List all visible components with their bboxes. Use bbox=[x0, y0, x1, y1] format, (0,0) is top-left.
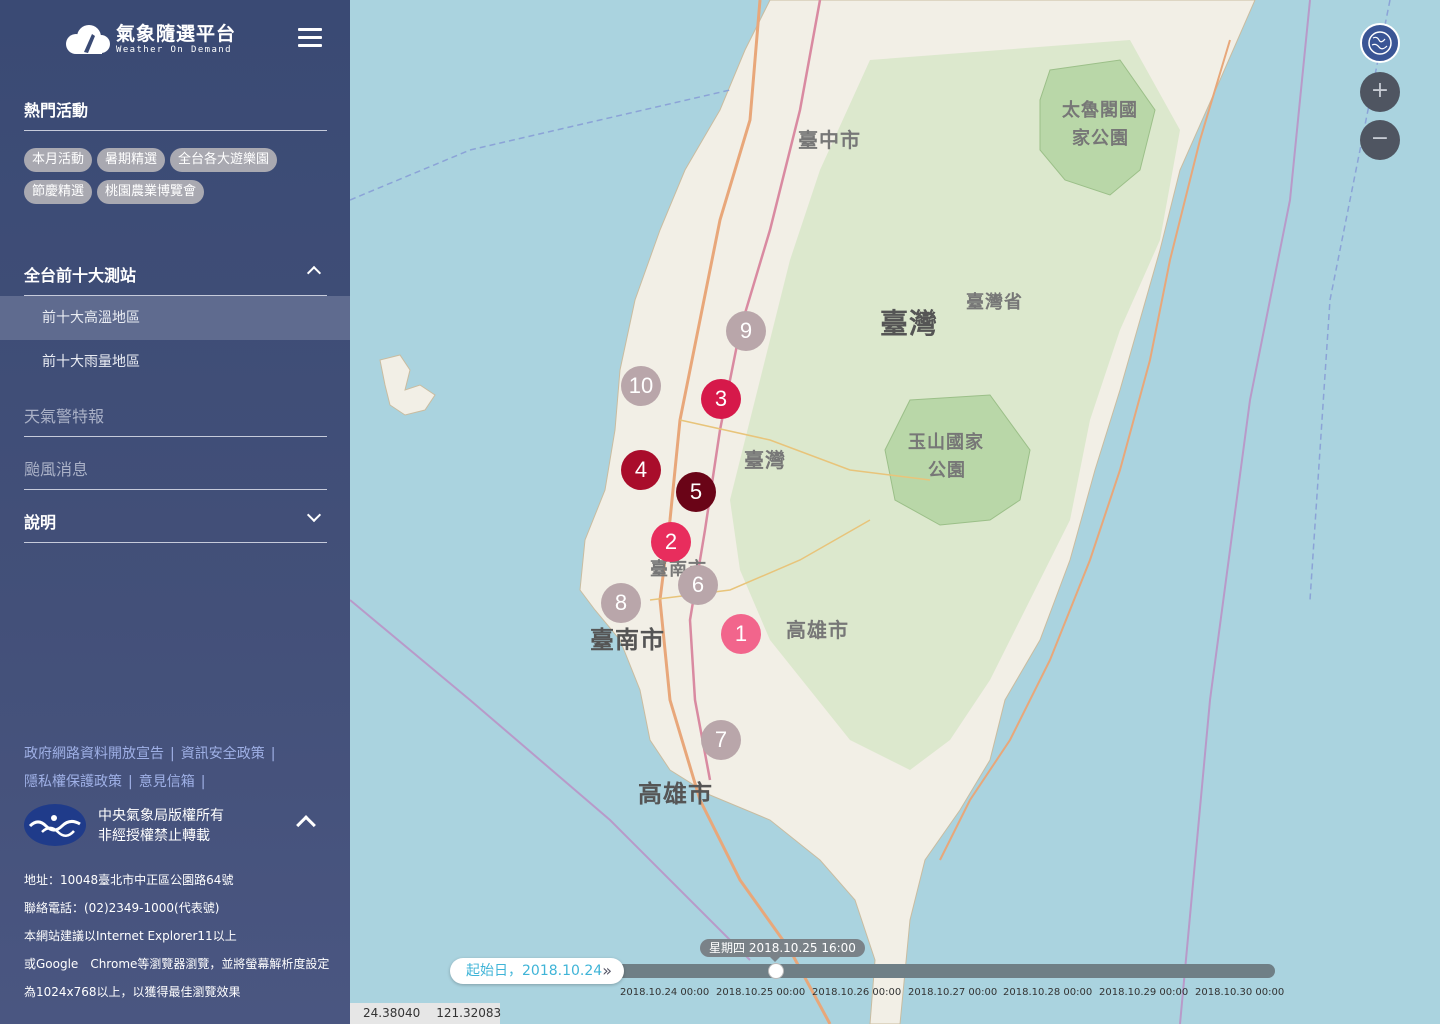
sidebar-item-typhoon[interactable]: 颱風消息 bbox=[24, 456, 88, 480]
tag-this-month[interactable]: 本月活動 bbox=[24, 148, 93, 172]
map-basemap bbox=[350, 0, 1391, 1024]
menu-toggle-button[interactable] bbox=[298, 28, 322, 48]
boundary-line bbox=[350, 89, 731, 201]
sidebar-item-weather-warning[interactable]: 天氣警特報 bbox=[24, 403, 104, 427]
tag-summer[interactable]: 暑期精選 bbox=[97, 148, 166, 172]
globe-layer-button[interactable] bbox=[1360, 23, 1400, 63]
boundary-line bbox=[1179, 0, 1311, 1024]
timeline-tick: 2018.10.27 00:00 bbox=[908, 987, 998, 998]
station-marker-9[interactable]: 9 bbox=[726, 311, 766, 351]
link-feedback[interactable]: 意見信箱 bbox=[139, 774, 195, 790]
top-stations-header[interactable]: 全台前十大測站 bbox=[24, 262, 136, 286]
label-yushan-2: 公園 bbox=[928, 460, 966, 481]
globe-icon bbox=[1368, 31, 1392, 55]
map-canvas[interactable]: 臺中市 太魯閣國 家公園 臺灣 臺灣省 臺灣 玉山國家 公園 臺南市 臺南市 高… bbox=[350, 0, 1440, 1024]
hamburger-icon-line bbox=[298, 36, 322, 39]
station-marker-7[interactable]: 7 bbox=[701, 720, 741, 760]
site-info: 地址：10048臺北市中正區公園路64號 聯絡電話：(02)2349-1000(… bbox=[24, 866, 329, 1006]
browser-note-3: 為1024x768以上，以獲得最佳瀏覽效果 bbox=[24, 985, 241, 999]
station-marker-5[interactable]: 5 bbox=[676, 472, 716, 512]
timeline-current-tooltip: 星期四 2018.10.25 16:00 bbox=[700, 939, 865, 962]
label-taichung: 臺中市 bbox=[798, 128, 861, 152]
timeline-tick: 2018.10.29 00:00 bbox=[1099, 987, 1189, 998]
browser-note-2: 或Google Chrome等瀏覽器瀏覽，並將螢幕解析度設定 bbox=[24, 957, 330, 971]
copyright-line-2: 非經授權禁止轉載 bbox=[98, 828, 210, 844]
station-marker-4[interactable]: 4 bbox=[621, 450, 661, 490]
copyright-line-1: 中央氣象局版權所有 bbox=[98, 808, 224, 824]
label-taiwan-mid: 臺灣 bbox=[744, 448, 786, 472]
timeline-slider-handle[interactable] bbox=[768, 963, 784, 979]
longitude: 121.32083 bbox=[436, 1006, 502, 1020]
chevron-down-icon[interactable] bbox=[306, 507, 322, 523]
hot-activities-title: 熱門活動 bbox=[24, 101, 89, 120]
station-marker-2[interactable]: 2 bbox=[651, 522, 691, 562]
logo-subtitle: Weather On Demand bbox=[116, 44, 232, 55]
address: 地址：10048臺北市中正區公園路64號 bbox=[24, 873, 234, 887]
divider bbox=[24, 130, 327, 131]
label-taroko-2: 家公園 bbox=[1072, 128, 1129, 149]
zoom-in-button[interactable]: + bbox=[1360, 72, 1400, 112]
timeline-tick: 2018.10.30 00:00 bbox=[1195, 987, 1285, 998]
label-yushan-1: 玉山國家 bbox=[908, 432, 984, 453]
label-taroko-1: 太魯閣國 bbox=[1062, 100, 1138, 121]
divider bbox=[24, 489, 327, 490]
label-tainan: 臺南市 bbox=[590, 626, 665, 654]
cwb-logo-icon bbox=[24, 804, 86, 846]
sidebar-item-top-temperature[interactable]: 前十大高溫地區 bbox=[0, 296, 350, 340]
sidebar-item-top-rainfall[interactable]: 前十大雨量地區 bbox=[0, 340, 350, 384]
tag-taoyuan-expo[interactable]: 桃園農業博覽會 bbox=[97, 180, 205, 204]
cloud-logo-icon bbox=[66, 25, 110, 54]
divider bbox=[24, 436, 327, 437]
link-security-policy[interactable]: 資訊安全政策 bbox=[181, 746, 265, 762]
timeline-tick: 2018.10.28 00:00 bbox=[1003, 987, 1093, 998]
tag-festivals[interactable]: 節慶精選 bbox=[24, 180, 93, 204]
timeline-track[interactable] bbox=[600, 964, 1275, 978]
link-privacy-policy[interactable]: 隱私權保護政策 bbox=[24, 774, 122, 790]
hot-tags: 本月活動 暑期精選 全台各大遊樂園 節慶精選 桃園農業博覽會 bbox=[24, 148, 324, 212]
label-taiwan-province: 臺灣省 bbox=[966, 292, 1023, 313]
phone: 聯絡電話：(02)2349-1000(代表號) bbox=[24, 901, 220, 915]
timeline-start-date[interactable]: 起始日，2018.10.24 » bbox=[450, 958, 624, 984]
start-date-label: 起始日，2018.10.24 bbox=[466, 963, 603, 979]
latitude: 24.38040 bbox=[363, 1006, 421, 1020]
timeline-tick: 2018.10.24 00:00 bbox=[620, 987, 710, 998]
sidebar: 氣象隨選平台 Weather On Demand 熱門活動 本月活動 暑期精選 全台… bbox=[0, 0, 350, 1024]
link-open-data[interactable]: 政府網路資料開放宣告 bbox=[24, 746, 164, 762]
station-marker-8[interactable]: 8 bbox=[601, 583, 641, 623]
zoom-out-button[interactable]: − bbox=[1360, 120, 1400, 160]
label-kaohsiung-north: 高雄市 bbox=[786, 618, 849, 642]
logo-title: 氣象隨選平台 bbox=[116, 22, 237, 45]
label-kaohsiung: 高雄市 bbox=[638, 780, 713, 808]
sidebar-item-help[interactable]: 說明 bbox=[24, 509, 56, 533]
cursor-coordinates: 24.38040 121.32083 bbox=[350, 1003, 502, 1024]
double-chevron-right-icon: » bbox=[602, 961, 612, 980]
chevron-up-icon[interactable] bbox=[306, 265, 322, 281]
hamburger-icon-line bbox=[298, 44, 322, 47]
timeline-tick: 2018.10.25 00:00 bbox=[716, 987, 806, 998]
logo[interactable]: 氣象隨選平台 Weather On Demand bbox=[62, 22, 236, 56]
penghu-islands bbox=[379, 354, 436, 416]
station-marker-3[interactable]: 3 bbox=[701, 379, 741, 419]
hamburger-icon bbox=[298, 28, 322, 31]
collapse-footer-icon[interactable] bbox=[296, 815, 316, 835]
footer-links: 政府網路資料開放宣告 | 資訊安全政策 | 隱私權保護政策 | 意見信箱 | bbox=[24, 746, 276, 790]
divider bbox=[24, 542, 327, 543]
tag-theme-parks[interactable]: 全台各大遊樂園 bbox=[170, 148, 278, 172]
station-marker-1[interactable]: 1 bbox=[721, 614, 761, 654]
copyright: 中央氣象局版權所有 非經授權禁止轉載 bbox=[98, 806, 224, 846]
label-taiwan: 臺灣 bbox=[880, 307, 939, 340]
timeline-tick: 2018.10.26 00:00 bbox=[812, 987, 902, 998]
station-marker-6[interactable]: 6 bbox=[678, 565, 718, 605]
station-marker-10[interactable]: 10 bbox=[621, 366, 661, 406]
browser-note-1: 本網站建議以Internet Explorer11以上 bbox=[24, 929, 237, 943]
